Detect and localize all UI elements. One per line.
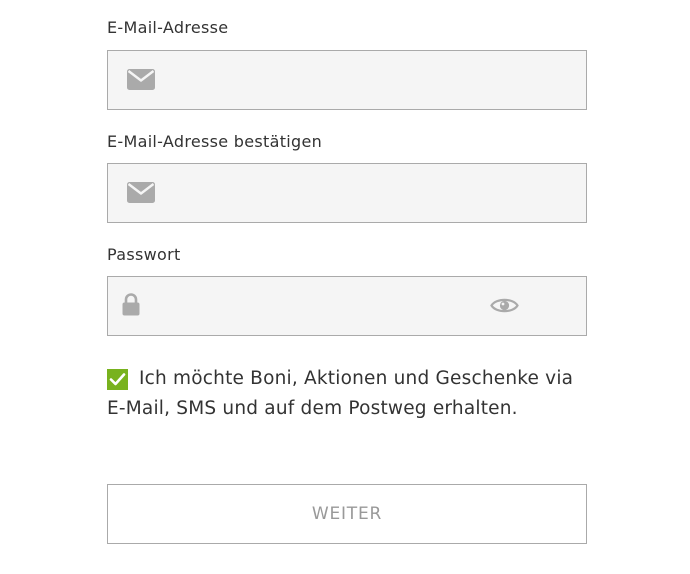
- consent-text: Ich möchte Boni, Aktionen und Geschenke …: [107, 368, 574, 419]
- lock-icon: [122, 293, 140, 316]
- email-label: E-Mail-Adresse: [107, 18, 229, 37]
- envelope-icon: [127, 69, 155, 90]
- email-confirm-label: E-Mail-Adresse bestätigen: [107, 132, 323, 151]
- email-field[interactable]: [107, 50, 587, 110]
- envelope-icon: [127, 182, 155, 203]
- continue-button[interactable]: WEITER: [107, 484, 587, 544]
- email-input[interactable]: [168, 51, 528, 109]
- eye-icon[interactable]: [490, 296, 519, 315]
- password-input[interactable]: [168, 277, 488, 335]
- email-confirm-field[interactable]: [107, 163, 587, 223]
- email-confirm-input[interactable]: [168, 164, 528, 222]
- password-field[interactable]: [107, 276, 587, 336]
- password-label: Passwort: [107, 245, 181, 264]
